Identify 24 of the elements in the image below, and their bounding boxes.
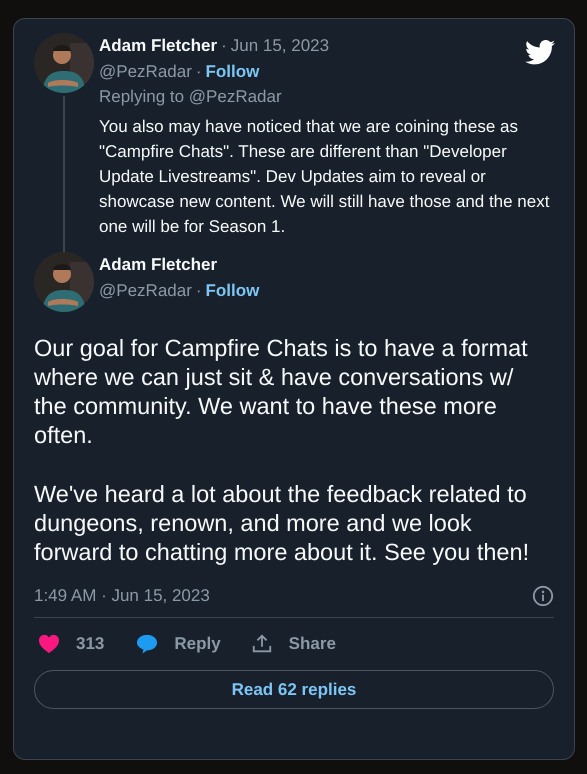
separator-dot: ·: [221, 36, 227, 55]
tweet-timestamp[interactable]: 1:49 AM · Jun 15, 2023: [34, 586, 210, 606]
bird-icon[interactable]: [525, 40, 555, 65]
like-count[interactable]: 313: [76, 634, 104, 654]
heart-icon[interactable]: [38, 634, 60, 654]
speech-bubble-icon[interactable]: [136, 634, 158, 654]
replying-to: Replying to @PezRadar: [99, 86, 283, 108]
tweet-text: You also may have noticed that we are coining these as "Campfire Chats". These are different than "Developer Update Livestreams". Dev Updates aim to reveal or showcase new content. We will still have those and the next one will be for Season 1.: [99, 116, 550, 238]
tweet-date[interactable]: Jun 15, 2023: [230, 36, 330, 55]
author-name[interactable]: Adam Fletcher: [99, 255, 218, 274]
reply-button[interactable]: Reply: [174, 634, 221, 654]
follow-link[interactable]: Follow: [206, 62, 260, 81]
tweet-text: Our goal for Campfire Chats is to have a format where we can just sit & have conversations w/ the community. We want to have these more often.: [34, 334, 529, 450]
tweet-text: We've heard a lot about the feedback related to dungeons, renown, and more and we look forward to chatting more about it. See you then!: [34, 480, 530, 567]
follow-link[interactable]: Follow: [206, 281, 260, 300]
share-icon[interactable]: [250, 633, 273, 655]
info-icon[interactable]: [532, 585, 554, 607]
author-name[interactable]: Adam Fletcher: [99, 36, 218, 55]
separator-dot: ·: [196, 281, 202, 300]
separator-dot: ·: [196, 62, 202, 81]
share-button[interactable]: Share: [288, 634, 336, 654]
read-replies-button[interactable]: Read 62 replies: [34, 670, 554, 709]
author-handle[interactable]: @PezRadar: [99, 281, 192, 300]
author-handle[interactable]: @PezRadar: [99, 62, 192, 81]
